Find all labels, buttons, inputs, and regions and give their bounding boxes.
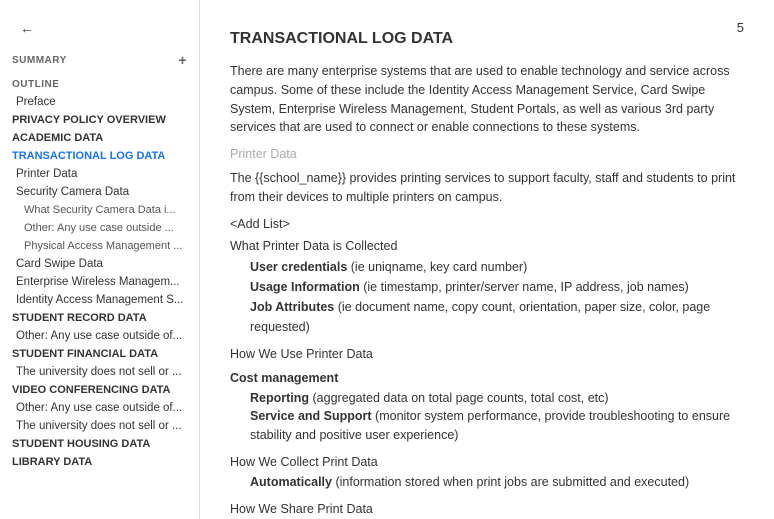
automatically-item: Automatically (information stored when p… bbox=[250, 473, 744, 492]
automatically-text: (information stored when print jobs are … bbox=[335, 475, 689, 489]
summary-section-header: SUMMARY + bbox=[0, 46, 199, 71]
page-number: 5 bbox=[737, 20, 744, 35]
sidebar-item-card-swipe[interactable]: Card Swipe Data bbox=[0, 255, 199, 273]
reporting-label: Reporting bbox=[250, 391, 309, 405]
sidebar-item-other-use-case2[interactable]: Other: Any use case outside of... bbox=[0, 327, 199, 345]
job-item: Job Attributes (ie document name, copy c… bbox=[250, 297, 744, 337]
usage-label: Usage Information bbox=[250, 280, 360, 294]
usage-text: (ie timestamp, printer/server name, IP a… bbox=[363, 280, 689, 294]
sidebar-item-transactional-log[interactable]: TRANSACTIONAL LOG DATA bbox=[0, 147, 199, 165]
outline-label: OUTLINE bbox=[0, 71, 199, 93]
reporting-item: Reporting (aggregated data on total page… bbox=[250, 389, 744, 408]
what-collected-header: What Printer Data is Collected bbox=[230, 239, 744, 253]
cost-management-label: Cost management bbox=[230, 371, 744, 385]
sidebar: ← SUMMARY + OUTLINE Preface PRIVACY POLI… bbox=[0, 0, 200, 519]
add-list-placeholder: <Add List> bbox=[230, 217, 744, 231]
sidebar-item-university-not-sell1[interactable]: The university does not sell or ... bbox=[0, 363, 199, 381]
sidebar-item-other-use-case3[interactable]: Other: Any use case outside of... bbox=[0, 399, 199, 417]
sidebar-item-physical-access[interactable]: Physical Access Management ... bbox=[0, 237, 199, 255]
how-collect-header: How We Collect Print Data bbox=[230, 455, 744, 469]
sidebar-item-other-use-case1[interactable]: Other: Any use case outside ... bbox=[0, 219, 199, 237]
sidebar-item-student-housing[interactable]: STUDENT HOUSING DATA bbox=[0, 435, 199, 453]
sidebar-item-enterprise-wireless[interactable]: Enterprise Wireless Managem... bbox=[0, 273, 199, 291]
credentials-item: User credentials (ie uniqname, key card … bbox=[250, 257, 744, 277]
add-summary-icon[interactable]: + bbox=[178, 52, 187, 68]
sidebar-item-security-camera[interactable]: Security Camera Data bbox=[0, 183, 199, 201]
main-content: 5 TRANSACTIONAL LOG DATA There are many … bbox=[200, 0, 774, 519]
how-share-header: How We Share Print Data bbox=[230, 502, 744, 516]
usage-item: Usage Information (ie timestamp, printer… bbox=[250, 277, 744, 297]
printer-data-subsection: Printer Data bbox=[230, 147, 744, 161]
how-use-header: How We Use Printer Data bbox=[230, 347, 744, 361]
sidebar-item-printer-data[interactable]: Printer Data bbox=[0, 165, 199, 183]
intro-text: There are many enterprise systems that a… bbox=[230, 62, 744, 137]
sidebar-item-video-conferencing[interactable]: VIDEO CONFERENCING DATA bbox=[0, 381, 199, 399]
credentials-text: (ie uniqname, key card number) bbox=[351, 260, 527, 274]
job-label: Job Attributes bbox=[250, 300, 334, 314]
sidebar-item-identity-access[interactable]: Identity Access Management S... bbox=[0, 291, 199, 309]
printer-intro: The {{school_name}} provides printing se… bbox=[230, 169, 744, 207]
reporting-text: (aggregated data on total page counts, t… bbox=[313, 391, 609, 405]
sidebar-item-student-record[interactable]: STUDENT RECORD DATA bbox=[0, 309, 199, 327]
sidebar-item-university-not-sell2[interactable]: The university does not sell or ... bbox=[0, 417, 199, 435]
sidebar-item-library-data[interactable]: LIBRARY DATA bbox=[0, 453, 199, 471]
section-title: TRANSACTIONAL LOG DATA bbox=[230, 30, 744, 48]
sidebar-item-what-security[interactable]: What Security Camera Data i... bbox=[0, 201, 199, 219]
service-item: Service and Support (monitor system perf… bbox=[250, 407, 744, 445]
service-label: Service and Support bbox=[250, 409, 372, 423]
sidebar-item-privacy-policy[interactable]: PRIVACY POLICY OVERVIEW bbox=[0, 111, 199, 129]
back-icon[interactable]: ← bbox=[8, 14, 46, 42]
automatically-label: Automatically bbox=[250, 475, 332, 489]
sidebar-item-preface[interactable]: Preface bbox=[0, 93, 199, 111]
sidebar-item-student-financial[interactable]: STUDENT FINANCIAL DATA bbox=[0, 345, 199, 363]
credentials-label: User credentials bbox=[250, 260, 347, 274]
sidebar-item-academic-data[interactable]: ACADEMIC DATA bbox=[0, 129, 199, 147]
